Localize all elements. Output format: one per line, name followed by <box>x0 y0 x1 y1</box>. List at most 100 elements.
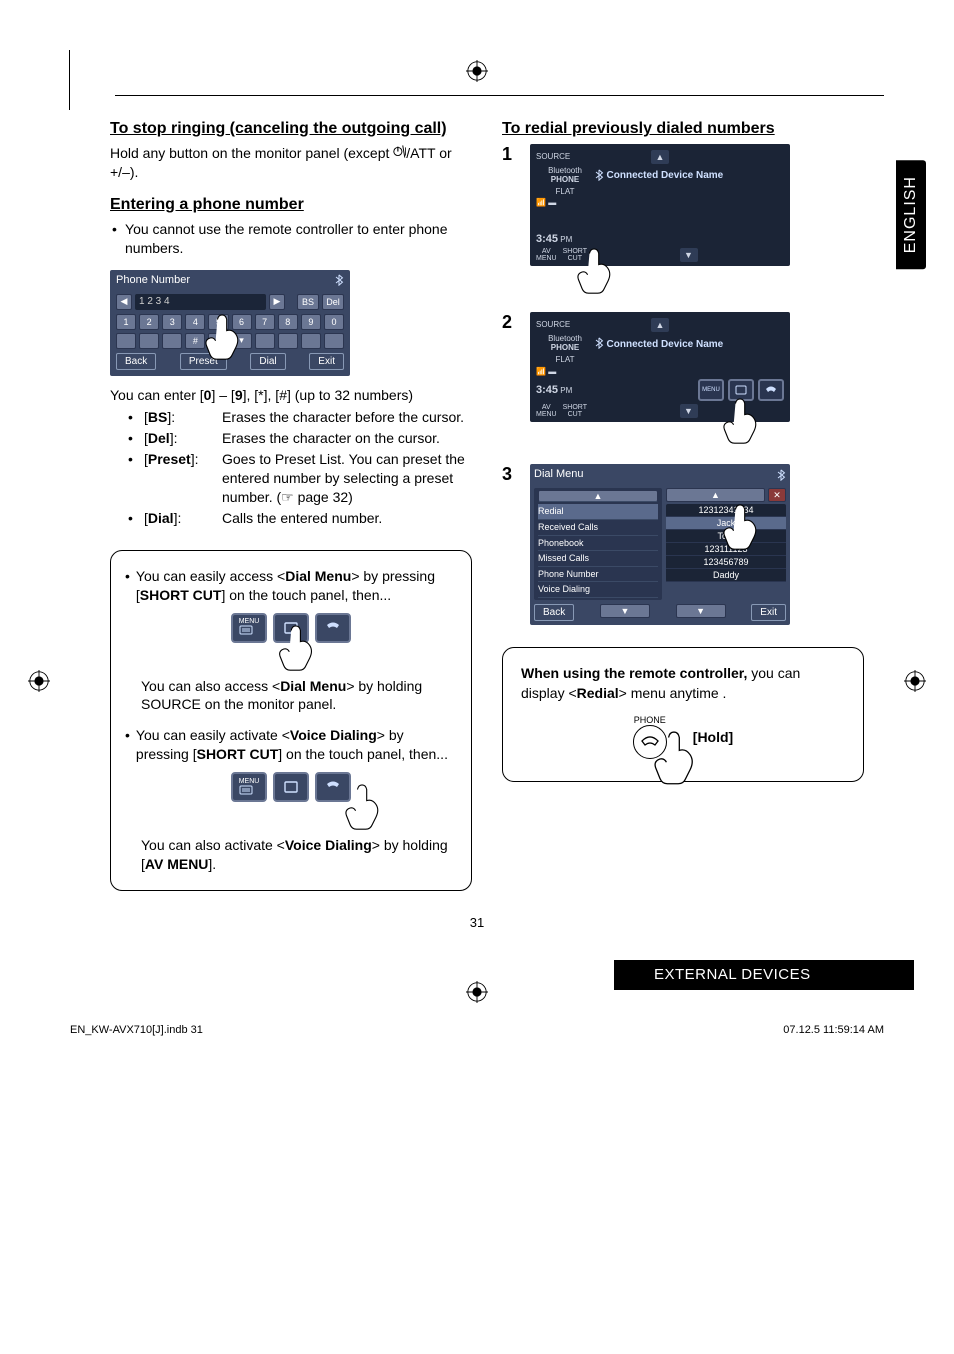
tip-also-2: You can also activate <Voice Dialing> by… <box>141 836 457 874</box>
text: Hold any button on the monitor panel (ex… <box>110 145 393 161</box>
entries-down-button[interactable]: ▼ <box>676 604 726 618</box>
definition-list: •[BS]:Erases the character before the cu… <box>128 408 472 527</box>
list-item[interactable]: Missed Calls <box>538 551 658 567</box>
step-2-label: 2 <box>502 312 522 333</box>
def-dial: Calls the entered number. <box>222 509 472 528</box>
hold-label: [Hold] <box>693 729 733 745</box>
tip-box: •You can easily access <Dial Menu> by pr… <box>110 550 472 891</box>
key-6[interactable]: 6 <box>232 314 252 330</box>
key-blank[interactable] <box>162 333 182 349</box>
phone-soft-button[interactable] <box>315 772 351 802</box>
icon-row-1: MENU <box>125 613 457 643</box>
key-7[interactable]: 7 <box>255 314 275 330</box>
bs-button[interactable]: BS <box>297 294 319 310</box>
key-blank[interactable] <box>301 333 321 349</box>
up-arrow-icon[interactable]: ▲ <box>651 318 669 332</box>
key-5[interactable]: 5 <box>208 314 228 330</box>
exit-button[interactable]: Exit <box>751 604 786 621</box>
key-2[interactable]: 2 <box>139 314 159 330</box>
para-cancel: Hold any button on the monitor panel (ex… <box>110 144 472 182</box>
phone-soft-button[interactable] <box>758 379 784 401</box>
clock-ampm: PM <box>560 386 572 395</box>
entry-item[interactable]: Daddy <box>666 569 786 582</box>
list-item[interactable]: Voice Dialing <box>538 582 658 598</box>
down-arrow-icon[interactable]: ▼ <box>680 248 698 262</box>
section-footer-bar: EXTERNAL DEVICES <box>614 960 914 990</box>
down-arrow-icon[interactable]: ▼ <box>680 404 698 418</box>
clock-time: 3:45 <box>536 384 558 396</box>
entry-item[interactable]: Jack <box>666 517 786 530</box>
key-blank[interactable] <box>255 333 275 349</box>
preset-button[interactable]: Preset <box>180 353 227 370</box>
list-item[interactable]: Phonebook <box>538 536 658 552</box>
key-blank[interactable] <box>324 333 344 349</box>
remote-tip-text: When using the remote controller, you ca… <box>521 664 845 703</box>
dial-button[interactable]: Dial <box>250 353 285 370</box>
short-cut-button[interactable]: SHORTCUT <box>563 404 587 418</box>
key-8[interactable]: 8 <box>278 314 298 330</box>
heading-enter: Entering a phone number <box>110 196 472 214</box>
menu-soft-button[interactable]: MENU <box>231 613 267 643</box>
page-number: 31 <box>40 915 914 930</box>
device-screen-1: SOURCE▲ BluetoothPHONE Connected Device … <box>530 144 790 266</box>
step-3-label: 3 <box>502 464 522 485</box>
window-soft-button[interactable] <box>273 613 309 643</box>
key-blank[interactable] <box>116 333 136 349</box>
keypad: 1 2 3 4 5 6 7 8 9 0 # ▾ <box>116 314 344 349</box>
dial-menu-title: Dial Menu <box>534 468 584 480</box>
entry-item[interactable]: 123456789 <box>666 556 786 569</box>
list-item[interactable]: Redial <box>538 504 658 520</box>
close-button[interactable]: ✕ <box>768 488 786 502</box>
clock-ampm: PM <box>560 235 572 244</box>
bluetooth-label: Bluetooth <box>548 334 582 343</box>
key-down[interactable]: ▾ <box>232 333 252 349</box>
back-button[interactable]: Back <box>116 353 156 370</box>
window-soft-button[interactable] <box>273 772 309 802</box>
icon-row-2: MENU <box>125 772 457 802</box>
text: You can enter [0] – [9], [*], [#] (up to… <box>110 387 413 403</box>
menu-soft-button[interactable]: MENU <box>231 772 267 802</box>
menu-soft-button[interactable]: MENU <box>698 379 724 401</box>
key-hash[interactable]: # <box>185 333 205 349</box>
key-3[interactable]: 3 <box>162 314 182 330</box>
del-button[interactable]: Del <box>322 294 344 310</box>
phone-soft-button[interactable] <box>315 613 351 643</box>
def-bs: Erases the character before the cursor. <box>222 408 472 427</box>
phone-button-label: PHONE <box>633 715 667 725</box>
entry-item[interactable]: 12312341234 <box>666 504 786 517</box>
key-0[interactable]: 0 <box>324 314 344 330</box>
av-menu-button[interactable]: AVMENU <box>536 248 557 262</box>
av-menu-button[interactable]: AVMENU <box>536 404 557 418</box>
left-arrow-button[interactable]: ◀ <box>116 294 132 310</box>
phone-remote-button[interactable]: PHONE <box>633 715 667 759</box>
entries-up-button[interactable]: ▲ <box>666 488 765 502</box>
tip-text-2: You can easily activate <Voice Dialing> … <box>136 726 457 764</box>
entry-item[interactable]: Tom <box>666 530 786 543</box>
key-blank[interactable] <box>208 333 228 349</box>
list-down-button[interactable]: ▼ <box>600 604 650 618</box>
ui-title: Phone Number <box>116 274 190 286</box>
tip-also-1: You can also access <Dial Menu> by holdi… <box>141 677 457 715</box>
phone-number-ui: Phone Number ◀ 1 2 3 4 ▶ BS Del 1 2 3 4 … <box>110 270 350 376</box>
key-4[interactable]: 4 <box>185 314 205 330</box>
def-preset: Goes to Preset List. You can preset the … <box>222 450 472 507</box>
heading-cancel: To stop ringing (canceling the outgoing … <box>110 120 472 138</box>
window-soft-button[interactable] <box>728 379 754 401</box>
exit-button[interactable]: Exit <box>309 353 344 370</box>
list-up-button[interactable]: ▲ <box>538 490 658 502</box>
key-9[interactable]: 9 <box>301 314 321 330</box>
key-blank[interactable] <box>139 333 159 349</box>
key-blank[interactable] <box>278 333 298 349</box>
list-item[interactable]: Phone Number <box>538 567 658 583</box>
key-1[interactable]: 1 <box>116 314 136 330</box>
entry-item[interactable]: 123111123 <box>666 543 786 556</box>
list-item[interactable]: Received Calls <box>538 520 658 536</box>
footer-right: 07.12.5 11:59:14 AM <box>783 1024 884 1036</box>
language-tab: ENGLISH <box>896 160 926 269</box>
phone-number-field[interactable]: 1 2 3 4 <box>135 294 266 310</box>
back-button[interactable]: Back <box>534 604 574 621</box>
up-arrow-icon[interactable]: ▲ <box>651 150 669 164</box>
source-label: SOURCE <box>536 321 594 330</box>
short-cut-button[interactable]: SHORTCUT <box>563 248 587 262</box>
right-arrow-button[interactable]: ▶ <box>269 294 285 310</box>
